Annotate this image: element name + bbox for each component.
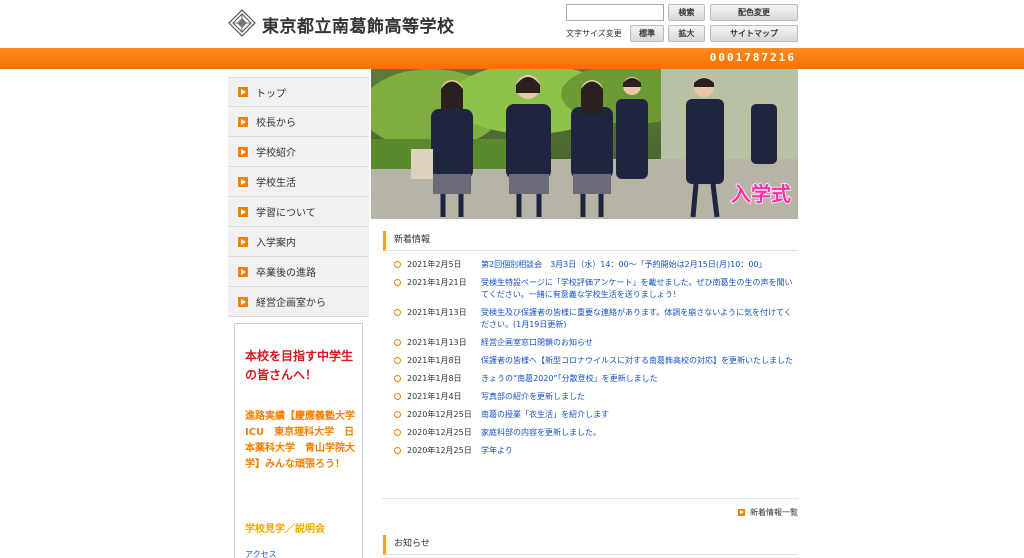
news-date: 2021年1月8日 [407, 356, 462, 365]
arrow-icon [238, 176, 248, 187]
arrow-icon [238, 236, 248, 247]
bullet-icon [394, 279, 401, 286]
font-size-label: 文字サイズ変更 [566, 29, 622, 38]
news-item: 2021年1月4日 写真部の紹介を更新しました [394, 391, 798, 403]
sidebar-item-label: トップ [256, 88, 286, 100]
news-more-link[interactable]: 新着情報一覧 [738, 507, 798, 518]
news-date: 2020年12月25日 [407, 446, 472, 455]
news-link[interactable]: 学年より [481, 445, 513, 457]
arrow-icon [238, 87, 248, 97]
news-item: 2020年12月25日 家庭科部の内容を更新しました。 [394, 427, 798, 439]
news-link[interactable]: きょうの“南葛2020”「分散登校」を更新しました [481, 373, 658, 385]
font-normal-button[interactable]: 標準 [630, 25, 664, 42]
sidebar-item-label: 卒業後の進路 [256, 268, 316, 279]
news-more-label: 新着情報一覧 [750, 508, 798, 517]
bullet-icon [394, 447, 401, 454]
bullet-icon [394, 411, 401, 418]
sidebar-item-school-life[interactable]: 学校生活 [228, 167, 369, 197]
sidebar-item-study[interactable]: 学習について [228, 197, 369, 227]
sidebar-nav: トップ 校長から 学校紹介 学校生活 学習について 入学案内 卒業後の進路 経営… [228, 77, 369, 317]
news-item: 2020年12月25日 南葛の授業「衣生活」を紹介します [394, 409, 798, 421]
sidebar-item-label: 入学案内 [256, 238, 296, 249]
news-date: 2020年12月25日 [407, 410, 472, 419]
news-date: 2021年2月5日 [407, 260, 462, 269]
news-date: 2021年1月4日 [407, 392, 462, 401]
promo-headline[interactable]: 本校を目指す中学生の皆さんへ！ [245, 347, 357, 385]
promo-achievements[interactable]: 進路実績【慶應義塾大学 ICU 東京理科大学 日本薬科大学 青山学院大学】みんな… [245, 409, 362, 473]
bullet-icon [394, 375, 401, 382]
sidebar-item-top[interactable]: トップ [228, 77, 369, 107]
school-emblem-icon[interactable] [228, 9, 256, 37]
news-date: 2021年1月21日 [407, 278, 467, 287]
sidebar-item-principal[interactable]: 校長から [228, 107, 369, 137]
sidebar-item-label: 経営企画室から [256, 298, 326, 309]
news-date: 2021年1月8日 [407, 374, 462, 383]
visitor-counter: 0001787216 [709, 51, 796, 64]
news-link[interactable]: 第2回個別相談会 3月3日（水）14：00〜「予約開始は2月15日(月)10：0… [481, 259, 767, 271]
arrow-icon [238, 116, 248, 127]
orange-header-bar [0, 48, 1024, 69]
sidebar-item-label: 学校紹介 [256, 148, 296, 159]
arrow-icon [238, 146, 248, 157]
news-date: 2021年1月13日 [407, 308, 467, 317]
news-item: 2021年2月5日 第2回個別相談会 3月3日（水）14：00〜「予約開始は2月1… [394, 259, 798, 271]
news-item: 2021年1月21日 受検生特設ページに「学校評価アンケート」を載せました。ぜひ南… [394, 277, 798, 301]
search-input[interactable] [566, 4, 664, 21]
bullet-icon [394, 339, 401, 346]
students-photo: 入学式 [371, 69, 798, 219]
news-date: 2020年12月25日 [407, 428, 472, 437]
hero-image: 入学式 [371, 69, 798, 219]
bullet-icon [394, 309, 401, 316]
news-link[interactable]: 写真部の紹介を更新しました [481, 391, 585, 403]
arrow-icon [238, 296, 248, 307]
sidebar-item-admission[interactable]: 入学案内 [228, 227, 369, 257]
news-item: 2021年1月13日 受検生及び保護者の皆様に重要な連絡があります。体調を崩さない… [394, 307, 798, 331]
divider [383, 498, 798, 499]
access-link[interactable]: アクセス [245, 549, 277, 558]
notice-heading: お知らせ [383, 535, 798, 555]
color-change-button[interactable]: 配色変更 [710, 4, 798, 21]
sidebar-item-label: 校長から [256, 118, 296, 129]
sidebar-item-career[interactable]: 卒業後の進路 [228, 257, 369, 287]
arrow-icon [238, 266, 248, 277]
sitemap-button[interactable]: サイトマップ [710, 25, 798, 42]
sidebar-item-school-intro[interactable]: 学校紹介 [228, 137, 369, 167]
news-item: 2020年12月25日 学年より [394, 445, 798, 457]
news-link[interactable]: 保護者の皆様へ【新型コロナウイルスに対する南葛飾高校の対応】を更新いたしました [481, 355, 793, 367]
news-link[interactable]: 南葛の授業「衣生活」を紹介します [481, 409, 609, 421]
search-button[interactable]: 検索 [668, 4, 705, 21]
news-link[interactable]: 受検生特設ページに「学校評価アンケート」を載せました。ぜひ南葛生の生の声を聞いて… [481, 277, 798, 301]
arrow-icon [738, 509, 745, 516]
sidebar-item-label: 学校生活 [256, 178, 296, 189]
site-header: 東京都立南葛飾高等学校 検索 配色変更 文字サイズ変更 標準 拡大 サイトマップ [0, 0, 1024, 48]
sidebar-item-management[interactable]: 経営企画室から [228, 287, 369, 317]
news-link[interactable]: 受検生及び保護者の皆様に重要な連絡があります。体調を崩さないように気を付けてくだ… [481, 307, 798, 331]
bullet-icon [394, 393, 401, 400]
news-item: 2021年1月13日 経営企画室窓口閉鎖のお知らせ [394, 337, 798, 349]
news-item: 2021年1月8日 きょうの“南葛2020”「分散登校」を更新しました [394, 373, 798, 385]
news-link[interactable]: 経営企画室窓口閉鎖のお知らせ [481, 337, 593, 349]
hero-overlay-text: 入学式 [731, 182, 791, 206]
news-item: 2021年1月8日 保護者の皆様へ【新型コロナウイルスに対する南葛飾高校の対応】を… [394, 355, 798, 367]
news-link[interactable]: 家庭科部の内容を更新しました。 [481, 427, 601, 439]
news-heading: 新着情報 [383, 231, 798, 251]
sidebar-item-label: 学習について [256, 208, 316, 219]
news-list: 2021年2月5日 第2回個別相談会 3月3日（水）14：00〜「予約開始は2月1… [394, 259, 798, 463]
news-date: 2021年1月13日 [407, 338, 467, 347]
font-large-button[interactable]: 拡大 [668, 25, 705, 42]
open-school-link[interactable]: 学校見学／説明会 [245, 520, 325, 535]
bullet-icon [394, 357, 401, 364]
site-title[interactable]: 東京都立南葛飾高等学校 [262, 12, 455, 37]
bullet-icon [394, 261, 401, 268]
promo-box: 本校を目指す中学生の皆さんへ！ 進路実績【慶應義塾大学 ICU 東京理科大学 日… [234, 323, 363, 558]
bullet-icon [394, 429, 401, 436]
arrow-icon [238, 206, 248, 217]
